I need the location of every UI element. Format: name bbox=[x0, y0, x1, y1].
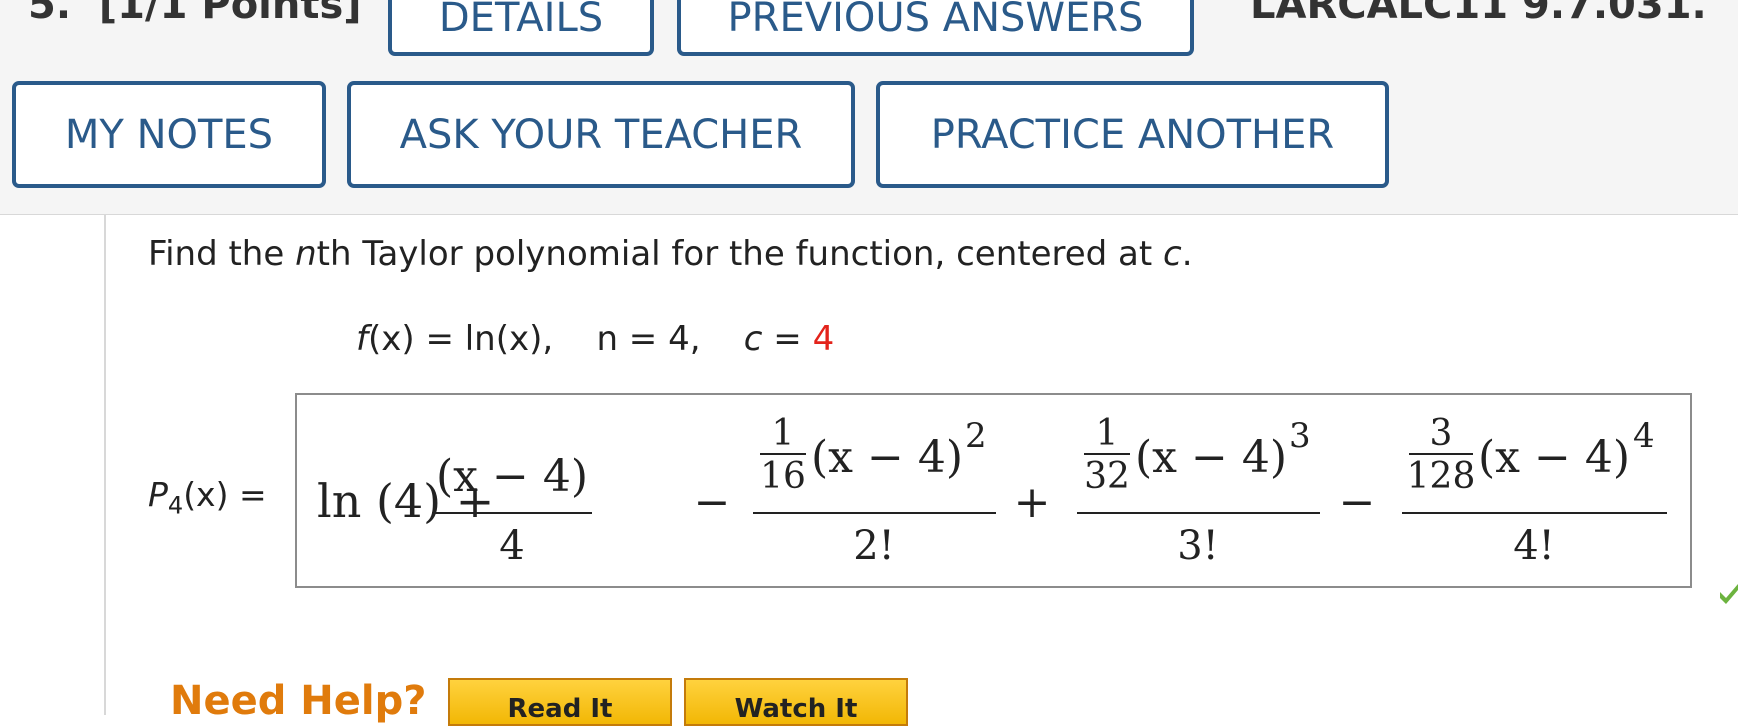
answer-box[interactable]: ln (4) + (x − 4) 4 − 1 16 (x − 4) 2 2! +… bbox=[295, 393, 1692, 588]
factor: (x − 4) bbox=[1478, 432, 1630, 483]
previous-answers-button[interactable]: PREVIOUS ANSWERS bbox=[677, 0, 1194, 56]
my-notes-button[interactable]: MY NOTES bbox=[12, 81, 326, 188]
fraction-bar bbox=[753, 512, 996, 514]
coef-denominator: 32 bbox=[1084, 456, 1130, 497]
coef-numerator: 1 bbox=[1096, 413, 1119, 454]
practice-another-button[interactable]: PRACTICE ANOTHER bbox=[876, 81, 1389, 188]
given-function: f(x) = ln(x), n = 4, c = 4 bbox=[356, 319, 835, 359]
coef-denominator: 16 bbox=[760, 456, 806, 497]
fraction-bar bbox=[1409, 453, 1473, 455]
answer-label: P4(x) = bbox=[148, 475, 267, 520]
read-it-button[interactable]: Read It bbox=[448, 678, 672, 726]
need-help-label: Need Help? bbox=[170, 678, 427, 724]
coef-denominator: 128 bbox=[1407, 456, 1476, 497]
content-divider bbox=[104, 215, 106, 715]
exponent: 4 bbox=[1633, 416, 1655, 456]
coef-numerator: 1 bbox=[772, 413, 795, 454]
problem-reference: LARCALC11 9.7.031. bbox=[1250, 0, 1707, 28]
term4-denominator: 3! bbox=[1177, 523, 1219, 569]
watch-it-button[interactable]: Watch It bbox=[684, 678, 908, 726]
term2-numerator: (x − 4) bbox=[436, 451, 588, 502]
center-value: 4 bbox=[812, 319, 835, 359]
correct-check-icon bbox=[1720, 584, 1738, 604]
fraction-bar bbox=[1077, 512, 1320, 514]
question-number: 5. [1/1 Points] bbox=[28, 0, 362, 28]
exponent: 3 bbox=[1289, 416, 1311, 456]
points-label: [1/1 Points] bbox=[98, 0, 362, 28]
question-prompt: Find the nth Taylor polynomial for the f… bbox=[148, 234, 1193, 274]
term3-denominator: 2! bbox=[853, 523, 895, 569]
operator-minus: − bbox=[694, 477, 731, 528]
exponent: 2 bbox=[965, 416, 987, 456]
term5-denominator: 4! bbox=[1513, 523, 1555, 569]
factor: (x − 4) bbox=[1135, 432, 1287, 483]
answer-expression: ln (4) + (x − 4) 4 − 1 16 (x − 4) 2 2! +… bbox=[317, 413, 1667, 569]
fraction-bar bbox=[432, 512, 592, 514]
ask-your-teacher-button[interactable]: ASK YOUR TEACHER bbox=[347, 81, 855, 188]
operator-minus: − bbox=[1339, 477, 1376, 528]
coef-numerator: 3 bbox=[1430, 413, 1453, 454]
details-button[interactable]: DETAILS bbox=[388, 0, 654, 56]
term2-denominator: 4 bbox=[499, 523, 524, 569]
factor: (x − 4) bbox=[811, 432, 963, 483]
fraction-bar bbox=[760, 453, 806, 455]
question-header: 5. [1/1 Points] DETAILS PREVIOUS ANSWERS… bbox=[0, 0, 1738, 215]
fraction-bar bbox=[1402, 512, 1667, 514]
operator-plus: + bbox=[1014, 477, 1051, 528]
fraction-bar bbox=[1084, 453, 1130, 455]
